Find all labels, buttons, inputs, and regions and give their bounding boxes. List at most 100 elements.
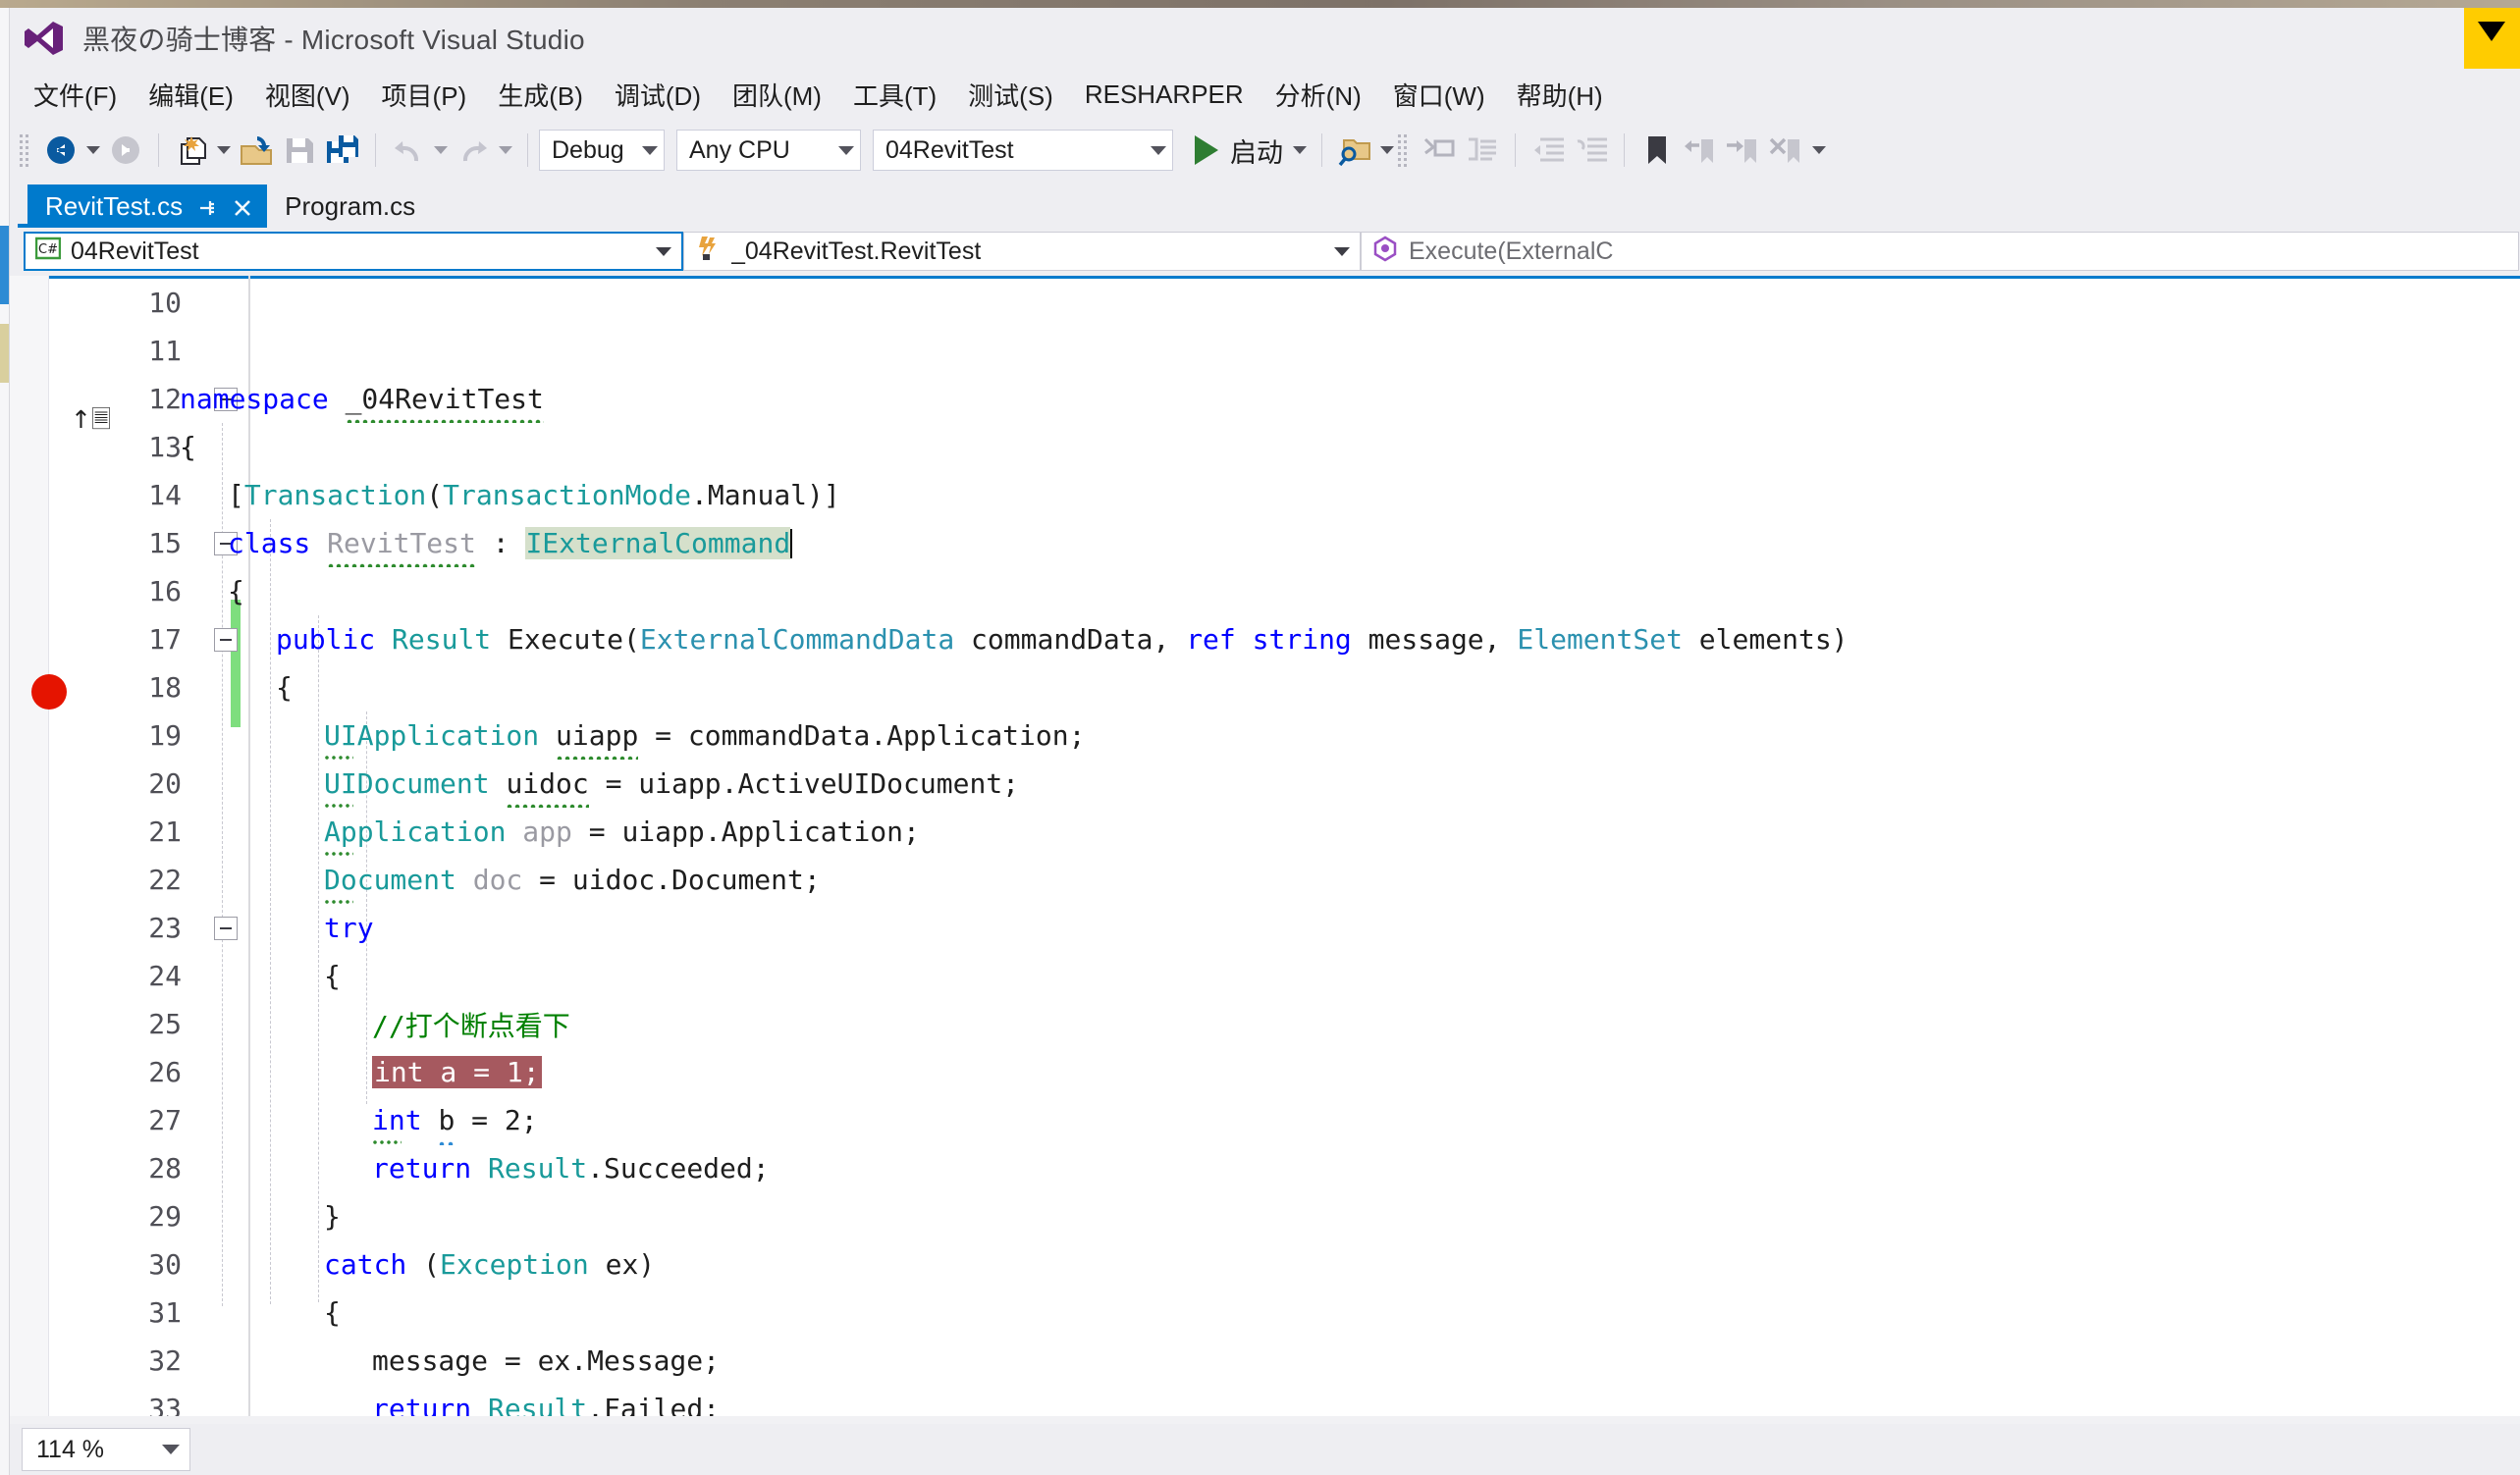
save-all-icon[interactable]	[321, 129, 364, 172]
uncomment-selection-icon[interactable]	[1461, 129, 1504, 172]
toolbar-grip[interactable]	[20, 133, 33, 167]
previous-bookmark-icon[interactable]	[1679, 129, 1722, 172]
code-line[interactable]: 15class RevitTest : IExternalCommand	[49, 519, 2520, 567]
code-text-area[interactable]: 101112namespace _04RevitTest13{14[Transa…	[49, 279, 2520, 1424]
solution-platform-select[interactable]: Any CPU	[676, 130, 861, 171]
menu-item-6[interactable]: 团队(M)	[717, 73, 837, 117]
editor-tab-0[interactable]: RevitTest.cs	[27, 184, 267, 228]
code-line[interactable]: 12namespace _04RevitTest	[49, 375, 2520, 423]
code-line-text: message = ex.Message;	[372, 1344, 720, 1377]
open-file-icon[interactable]	[235, 129, 278, 172]
menu-item-8[interactable]: 测试(S)	[952, 73, 1069, 117]
zoom-level-value: 114 %	[36, 1436, 104, 1464]
code-line[interactable]: 31{	[49, 1289, 2520, 1337]
zoom-level-select[interactable]: 114 %	[22, 1428, 190, 1471]
next-bookmark-icon[interactable]	[1722, 129, 1765, 172]
code-line[interactable]: 30catch (Exception ex)	[49, 1240, 2520, 1289]
code-line[interactable]: 27int b = 2;	[49, 1096, 2520, 1144]
code-line[interactable]: 28return Result.Succeeded;	[49, 1144, 2520, 1192]
code-line[interactable]: 22Document doc = uidoc.Document;	[49, 856, 2520, 904]
code-line[interactable]: 23try	[49, 904, 2520, 952]
code-line-text: int a = 1;	[372, 1056, 542, 1088]
navigate-forward-icon[interactable]	[104, 129, 147, 172]
toolbar-grip[interactable]	[1398, 133, 1412, 167]
menu-item-9[interactable]: RESHARPER	[1069, 76, 1260, 114]
code-line[interactable]: 14[Transaction(TransactionMode.Manual)]	[49, 471, 2520, 519]
menu-item-10[interactable]: 分析(N)	[1260, 73, 1377, 117]
pin-icon[interactable]	[196, 195, 218, 217]
menu-item-5[interactable]: 调试(D)	[599, 73, 717, 117]
startup-project-select[interactable]: 04RevitTest	[873, 130, 1173, 171]
navigate-back-dropdown-icon[interactable]	[82, 129, 104, 172]
code-token: = uiapp.Application;	[572, 816, 920, 848]
close-icon[interactable]	[232, 195, 253, 217]
collapse-region-icon[interactable]	[214, 917, 238, 940]
editor-tab-strip: RevitTest.csProgram.cs	[10, 181, 2520, 228]
code-line-text: class RevitTest : IExternalCommand	[228, 527, 792, 559]
undo-icon[interactable]	[387, 129, 430, 172]
editor-indicator-margin[interactable]	[10, 276, 49, 1424]
new-item-icon[interactable]	[170, 129, 213, 172]
code-token: = uiapp.ActiveUIDocument;	[589, 767, 1019, 800]
decrease-indent-icon[interactable]	[1527, 129, 1570, 172]
line-number: 26	[103, 1056, 182, 1088]
menu-item-2[interactable]: 视图(V)	[249, 73, 366, 117]
find-in-files-dropdown-icon[interactable]	[1376, 129, 1398, 172]
toolbar-separator	[158, 133, 159, 167]
code-line[interactable]: 25//打个断点看下	[49, 1000, 2520, 1048]
menu-item-12[interactable]: 帮助(H)	[1501, 73, 1619, 117]
menu-item-3[interactable]: 项目(P)	[366, 73, 483, 117]
code-line[interactable]: 18{	[49, 663, 2520, 711]
code-token: = commandData.Application;	[638, 719, 1085, 752]
editor-tab-1[interactable]: Program.cs	[267, 184, 429, 228]
solution-configuration-select[interactable]: Debug	[539, 130, 665, 171]
find-in-files-icon[interactable]	[1333, 129, 1376, 172]
code-line[interactable]: 16{	[49, 567, 2520, 615]
new-item-dropdown-icon[interactable]	[213, 129, 235, 172]
code-line-text: UIDocument uidoc = uiapp.ActiveUIDocumen…	[324, 767, 1019, 800]
code-token	[456, 864, 473, 896]
undo-dropdown-icon[interactable]	[430, 129, 452, 172]
navbar-member-select[interactable]: Execute(ExternalC	[1361, 232, 2519, 271]
svg-text:C#: C#	[38, 242, 58, 257]
code-line[interactable]: 24{	[49, 952, 2520, 1000]
collapse-region-icon[interactable]	[214, 628, 238, 652]
start-debugging-button[interactable]: 启动	[1185, 128, 1289, 173]
left-edge-accent	[0, 226, 9, 304]
navbar-project-select[interactable]: C# 04RevitTest	[24, 232, 683, 271]
code-line[interactable]: 20UIDocument uidoc = uiapp.ActiveUIDocum…	[49, 760, 2520, 808]
menu-item-7[interactable]: 工具(T)	[837, 73, 952, 117]
redo-dropdown-icon[interactable]	[495, 129, 516, 172]
line-number: 28	[103, 1152, 182, 1185]
menu-item-1[interactable]: 编辑(E)	[133, 73, 249, 117]
navigate-back-icon[interactable]	[39, 129, 82, 172]
menu-item-0[interactable]: 文件(F)	[18, 73, 133, 117]
code-line[interactable]: 21Application app = uiapp.Application;	[49, 808, 2520, 856]
code-line[interactable]: 26 int a = 1;	[49, 1048, 2520, 1096]
code-line[interactable]: 32message = ex.Message;	[49, 1337, 2520, 1385]
code-token: }	[324, 1200, 341, 1233]
comment-selection-icon[interactable]	[1418, 129, 1461, 172]
increase-indent-icon[interactable]	[1570, 129, 1613, 172]
toolbar-separator	[1321, 133, 1322, 167]
menu-item-11[interactable]: 窗口(W)	[1377, 73, 1501, 117]
code-line[interactable]: 17public Result Execute(ExternalCommandD…	[49, 615, 2520, 663]
toggle-bookmark-icon[interactable]	[1635, 129, 1679, 172]
code-line[interactable]: 19UIApplication uiapp = commandData.Appl…	[49, 711, 2520, 760]
start-debugging-dropdown-icon[interactable]	[1289, 129, 1311, 172]
code-line-text: UIApplication uiapp = commandData.Applic…	[324, 719, 1085, 752]
toolbar-overflow-icon[interactable]	[1808, 129, 1830, 172]
redo-icon[interactable]	[452, 129, 495, 172]
menu-item-4[interactable]: 生成(B)	[482, 73, 599, 117]
code-line[interactable]: 11	[49, 327, 2520, 375]
navbar-type-select[interactable]: _04RevitTest.RevitTest	[683, 232, 1361, 271]
code-line[interactable]: 13{	[49, 423, 2520, 471]
code-line-text: //打个断点看下	[372, 1005, 570, 1044]
code-line-text: [Transaction(TransactionMode.Manual)]	[228, 479, 840, 511]
code-token: = 2;	[455, 1104, 537, 1136]
code-editor[interactable]: ↑🗏 101112namespace _04RevitTest13{14[Tra…	[10, 276, 2520, 1424]
save-icon[interactable]	[278, 129, 321, 172]
code-line[interactable]: 10	[49, 279, 2520, 327]
clear-bookmarks-icon[interactable]	[1765, 129, 1808, 172]
code-line[interactable]: 29}	[49, 1192, 2520, 1240]
